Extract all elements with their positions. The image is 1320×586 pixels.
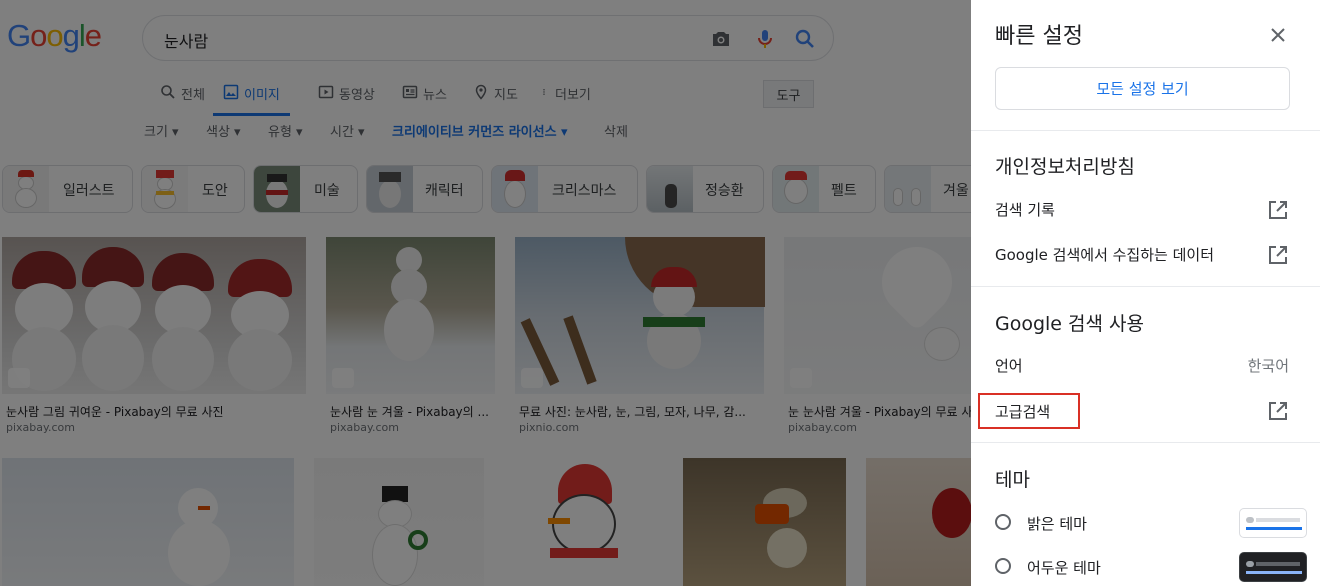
collected-data-link[interactable]: Google 검색에서 수집하는 데이터 [995,244,1214,265]
light-theme-radio[interactable] [995,514,1011,530]
dark-theme-radio[interactable] [995,558,1011,574]
privacy-section-title: 개인정보처리방침 [995,156,1135,178]
all-settings-button[interactable]: 모든 설정 보기 [995,67,1290,110]
open-in-new-icon[interactable] [1267,199,1289,221]
dark-theme-preview[interactable] [1239,552,1307,582]
open-in-new-icon[interactable] [1267,400,1289,422]
divider [971,286,1320,287]
divider [971,130,1320,131]
open-in-new-icon[interactable] [1267,244,1289,266]
language-value[interactable]: 한국어 [1248,355,1289,376]
quick-settings-panel: 빠른 설정 모든 설정 보기 개인정보처리방침 검색 기록 Google 검색에… [971,0,1320,586]
advanced-search-highlight [978,393,1080,429]
close-icon [1271,28,1285,42]
dim-overlay[interactable] [0,0,971,586]
usage-section-title: Google 검색 사용 [995,313,1145,335]
light-theme-label[interactable]: 밝은 테마 [1027,513,1087,534]
search-history-link[interactable]: 검색 기록 [995,199,1055,220]
dark-theme-label[interactable]: 어두운 테마 [1027,557,1101,578]
light-theme-preview[interactable] [1239,508,1307,538]
divider [971,442,1320,443]
theme-section-title: 테마 [995,469,1030,491]
panel-title: 빠른 설정 [995,24,1083,49]
language-label[interactable]: 언어 [995,355,1023,376]
close-button[interactable] [1265,22,1291,48]
